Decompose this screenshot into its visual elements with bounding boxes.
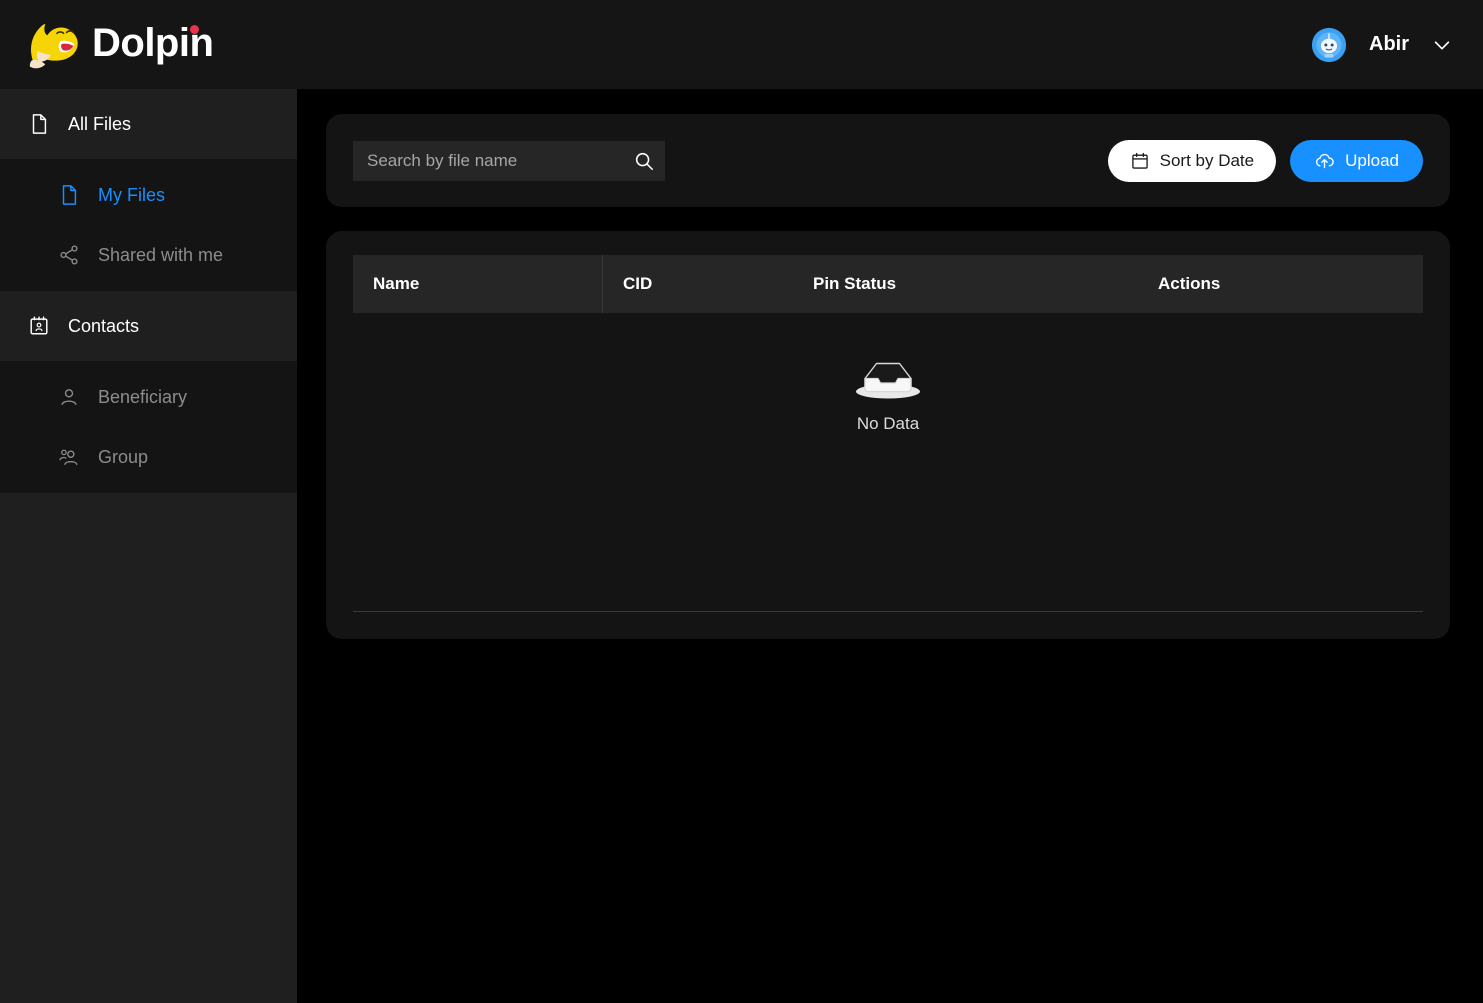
upload-button[interactable]: Upload bbox=[1290, 139, 1423, 182]
sidebar-item-my-files[interactable]: My Files bbox=[0, 165, 297, 225]
table-header-row: Name CID Pin Status Actions bbox=[353, 255, 1423, 313]
column-header-pin-status[interactable]: Pin Status bbox=[793, 274, 1138, 294]
sidebar-subgroup-all-files: My Files Shared with me bbox=[0, 159, 297, 291]
column-header-actions[interactable]: Actions bbox=[1138, 274, 1423, 294]
files-table-panel: Name CID Pin Status Actions No Data bbox=[326, 231, 1450, 639]
empty-state: No Data bbox=[353, 353, 1423, 434]
file-icon bbox=[62, 185, 77, 205]
calendar-icon bbox=[1131, 152, 1148, 169]
contacts-book-icon bbox=[30, 316, 48, 335]
file-icon bbox=[32, 114, 47, 134]
brand-name: Dolpin bbox=[92, 23, 214, 63]
sidebar-section-label-all-files: All Files bbox=[68, 113, 132, 134]
empty-box-icon bbox=[856, 362, 920, 399]
chevron-down-icon[interactable] bbox=[1431, 34, 1453, 56]
sidebar-item-label-beneficiary: Beneficiary bbox=[98, 386, 188, 407]
top-header-bar: Dolpin Abir bbox=[0, 0, 1483, 89]
dolphin-logo-icon bbox=[29, 23, 78, 68]
sidebar-item-label-my-files: My Files bbox=[98, 184, 165, 205]
empty-state-label: No Data bbox=[856, 414, 920, 433]
sidebar-section-contacts[interactable]: Contacts bbox=[0, 291, 297, 361]
brand-logo-area[interactable]: Dolpin bbox=[0, 14, 214, 76]
sidebar-section-label-contacts: Contacts bbox=[68, 315, 140, 336]
search-icon bbox=[635, 152, 654, 170]
upload-label: Upload bbox=[1345, 150, 1399, 170]
sidebar-item-beneficiary[interactable]: Beneficiary bbox=[0, 367, 297, 427]
main-content: Sort by Date Upload Name CID Pin Status … bbox=[297, 89, 1483, 1003]
toolbar-panel: Sort by Date Upload bbox=[326, 114, 1450, 207]
table-footer-divider bbox=[353, 611, 1423, 612]
user-icon bbox=[61, 389, 77, 406]
sidebar-item-group[interactable]: Group bbox=[0, 427, 297, 487]
sort-by-date-label: Sort by Date bbox=[1159, 150, 1255, 170]
share-icon bbox=[60, 245, 78, 265]
search-button[interactable] bbox=[623, 141, 665, 181]
users-group-icon bbox=[59, 449, 78, 466]
toolbar-actions: Sort by Date Upload bbox=[1107, 139, 1423, 182]
sidebar-item-shared-with-me[interactable]: Shared with me bbox=[0, 225, 297, 285]
sort-by-date-button[interactable]: Sort by Date bbox=[1107, 139, 1277, 182]
sidebar-item-label-shared-with-me: Shared with me bbox=[98, 244, 224, 265]
sidebar-item-label-group: Group bbox=[98, 446, 149, 467]
app-root: Dolpin Abir All Files My Files Shared wi… bbox=[0, 0, 1483, 1003]
sidebar-section-all-files[interactable]: All Files bbox=[0, 89, 297, 159]
column-header-name[interactable]: Name bbox=[353, 255, 603, 313]
user-avatar-icon[interactable] bbox=[1311, 27, 1347, 63]
sidebar: All Files My Files Shared with me Contac… bbox=[0, 89, 297, 1003]
search-input[interactable] bbox=[353, 140, 623, 181]
user-name-label: Abir bbox=[1369, 33, 1409, 55]
brand-dot-icon bbox=[190, 24, 200, 34]
column-header-cid[interactable]: CID bbox=[603, 274, 793, 294]
sidebar-subgroup-contacts: Beneficiary Group bbox=[0, 361, 297, 493]
user-menu[interactable]: Abir bbox=[1311, 27, 1483, 63]
table-body: No Data bbox=[353, 313, 1423, 563]
cloud-upload-icon bbox=[1316, 153, 1334, 169]
search-box[interactable] bbox=[353, 140, 665, 181]
